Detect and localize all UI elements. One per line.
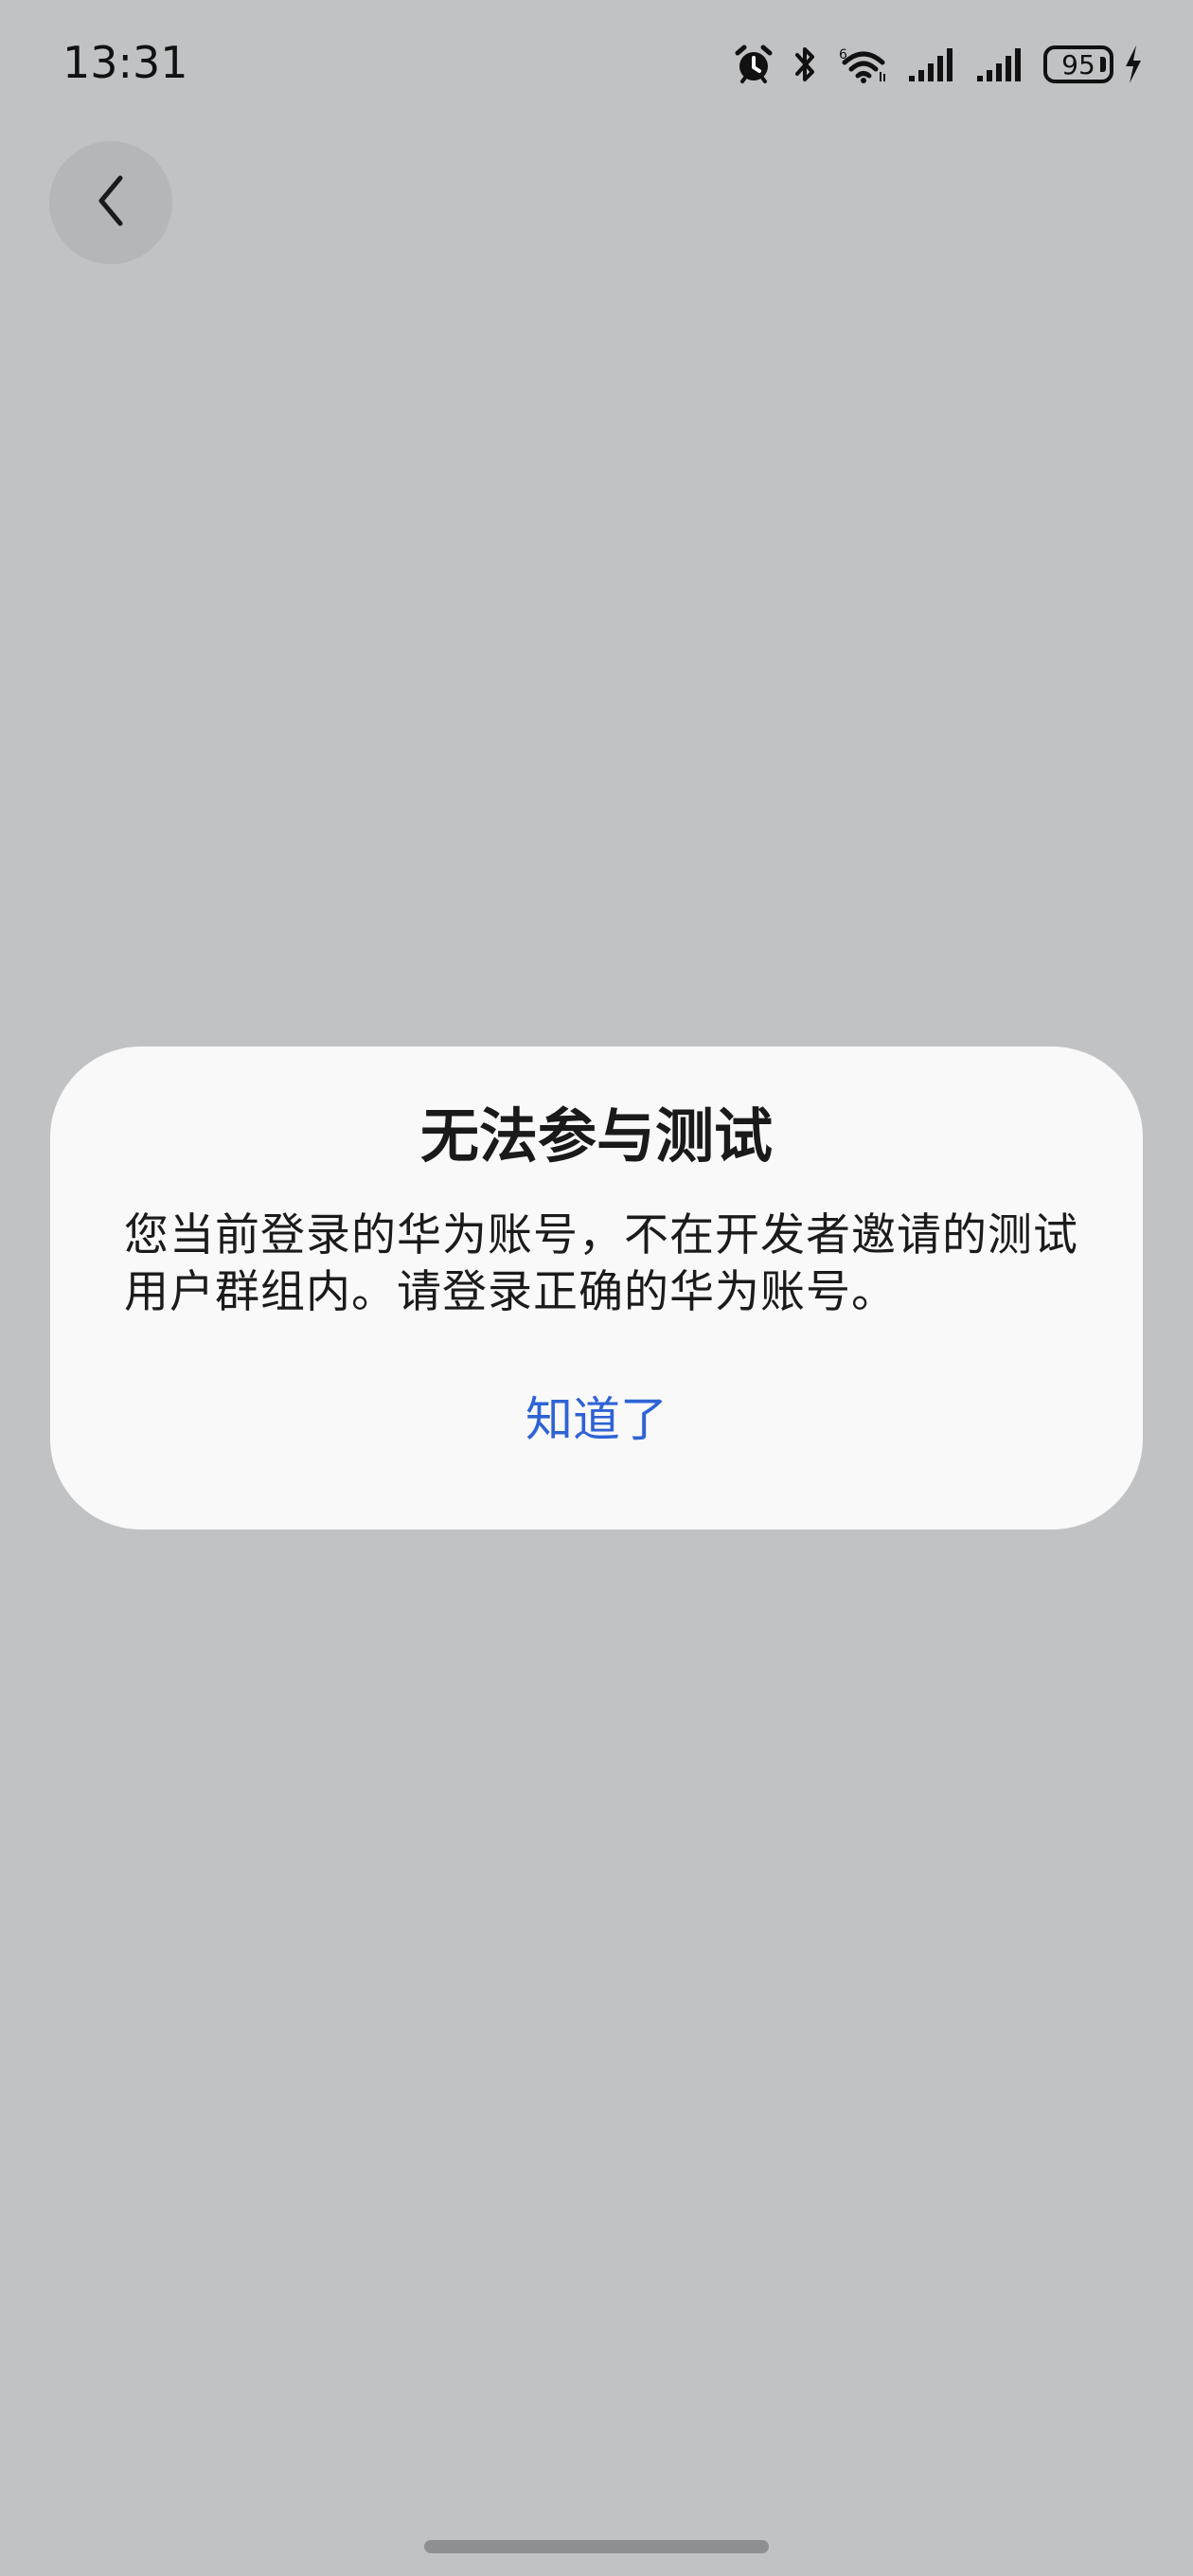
status-icons: 6 95 [733,38,1144,91]
battery-icon: 95 [1043,45,1113,83]
charging-icon [1123,44,1144,85]
home-indicator[interactable] [424,2540,769,2553]
status-time: 13:31 [62,37,188,88]
confirm-button[interactable]: 知道了 [50,1380,1143,1459]
dialog: 无法参与测试 您当前登录的华为账号，不在开发者邀请的测试用户群组内。请登录正确的… [50,1046,1143,1530]
wifi-6-icon: 6 [837,44,890,85]
status-bar: 13:31 6 95 [0,0,1193,133]
back-button[interactable] [49,141,172,264]
bluetooth-icon [792,44,820,85]
alarm-icon [733,44,775,85]
battery-level: 95 [1043,45,1113,83]
signal-icon [975,44,1026,85]
signal-icon [907,44,958,85]
chevron-left-icon [92,172,130,233]
dialog-message: 您当前登录的华为账号，不在开发者邀请的测试用户群组内。请登录正确的华为账号。 [124,1209,1078,1318]
dialog-title: 无法参与测试 [419,1101,773,1171]
